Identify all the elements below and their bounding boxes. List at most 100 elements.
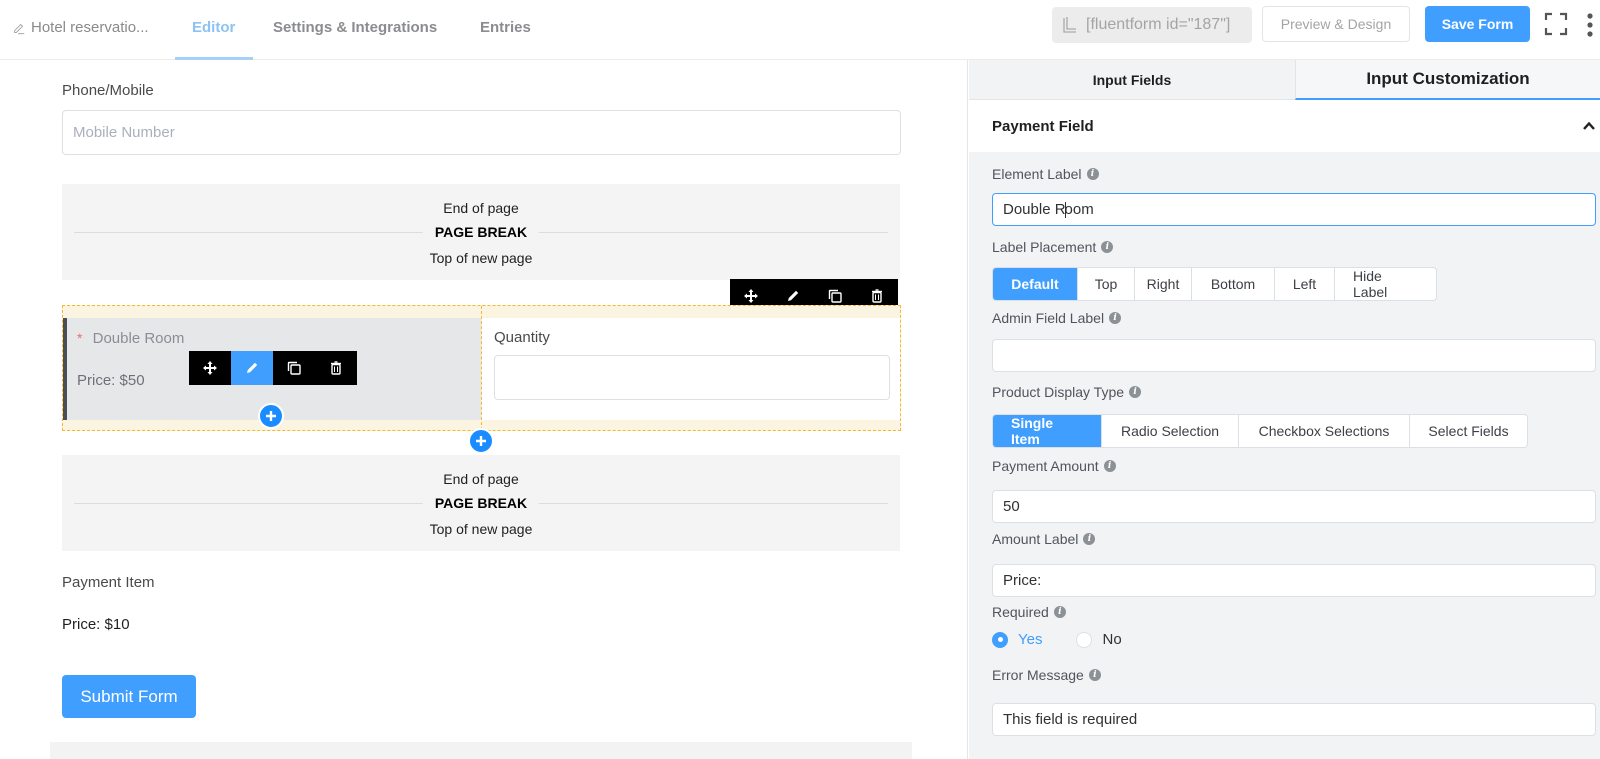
required-text: Required — [992, 604, 1049, 620]
payment-amount-input[interactable]: 50 — [992, 490, 1596, 523]
shortcode-copy[interactable]: [fluentform id="187"] — [1052, 7, 1252, 43]
page-break-title: PAGE BREAK — [422, 495, 540, 511]
tab-input-customization[interactable]: Input Customization — [1295, 60, 1600, 100]
required-no-label[interactable]: No — [1102, 631, 1121, 648]
product-display-type-text: Product Display Type — [992, 384, 1125, 400]
info-icon[interactable]: i — [1083, 533, 1096, 545]
placement-left[interactable]: Left — [1274, 268, 1334, 300]
field-delete-button[interactable] — [315, 351, 357, 385]
page-break-end-text: End of page — [443, 200, 519, 216]
pencil-icon — [247, 362, 258, 373]
page-break-1[interactable]: End of page PAGE BREAK Top of new page — [62, 184, 900, 280]
payment-field-section-header[interactable]: Payment Field — [969, 100, 1600, 152]
tab-input-fields[interactable]: Input Fields — [969, 60, 1295, 100]
copy-icon — [1063, 17, 1076, 33]
error-message-input[interactable]: This field is required — [992, 703, 1596, 736]
field-duplicate-button[interactable] — [273, 351, 315, 385]
element-label-text: Element Label — [992, 166, 1082, 182]
fullscreen-icon[interactable] — [1544, 12, 1568, 36]
settings-panel: Input Fields Input Customization Payment… — [969, 60, 1600, 759]
duplicate-icon — [287, 361, 301, 375]
form-title[interactable]: Hotel reservatio... — [12, 19, 149, 36]
page-break-2[interactable]: End of page PAGE BREAK Top of new page — [62, 455, 900, 551]
field-toolbar — [189, 351, 357, 385]
info-icon[interactable]: i — [1053, 606, 1066, 618]
field-edit-button[interactable] — [231, 351, 273, 385]
admin-field-label-text: Admin Field Label — [992, 310, 1105, 326]
amount-label-input[interactable]: Price: — [992, 564, 1596, 597]
product-display-type-group: Single Item Radio Selection Checkbox Sel… — [992, 414, 1528, 448]
phone-input[interactable]: Mobile Number — [62, 110, 901, 155]
info-icon[interactable]: i — [1101, 241, 1114, 253]
chevron-up-icon[interactable] — [1582, 119, 1596, 133]
canvas-footer — [50, 742, 912, 759]
move-icon — [203, 361, 217, 375]
tab-settings-integrations[interactable]: Settings & Integrations — [273, 19, 437, 36]
payment-field-label: * Double Room — [77, 330, 184, 347]
tab-editor[interactable]: Editor — [192, 19, 235, 36]
label-placement-group: Default Top Right Bottom Left Hide Label — [992, 267, 1437, 301]
quantity-column[interactable]: Quantity — [482, 318, 900, 420]
error-message-text: Error Message — [992, 667, 1084, 683]
amount-label-label: Amount Label i — [992, 531, 1096, 547]
preview-design-button[interactable]: Preview & Design — [1262, 6, 1410, 42]
element-label-label: Element Label i — [992, 166, 1099, 182]
plus-icon — [266, 411, 276, 421]
page-break-top-text: Top of new page — [429, 521, 533, 537]
plus-icon — [476, 436, 486, 446]
trash-icon — [872, 289, 882, 303]
placement-hide-label[interactable]: Hide Label — [1334, 268, 1436, 300]
field-move-button[interactable] — [189, 351, 231, 385]
submit-form-button[interactable]: Submit Form — [62, 675, 196, 718]
element-label-value-start: Double R — [1003, 201, 1066, 218]
element-label-input[interactable]: Double Room — [992, 193, 1596, 226]
payment-amount-label: Payment Amount i — [992, 458, 1116, 474]
payment-field-price: Price: $50 — [77, 372, 145, 389]
display-checkbox-selections[interactable]: Checkbox Selections — [1238, 415, 1409, 447]
quantity-input[interactable] — [494, 355, 890, 400]
info-icon[interactable]: i — [1109, 312, 1122, 324]
shortcode-text: [fluentform id="187"] — [1086, 16, 1231, 33]
tab-entries[interactable]: Entries — [480, 19, 531, 36]
add-field-button[interactable] — [468, 428, 494, 454]
amount-label-value: Price: — [1003, 572, 1042, 589]
page-break-end-text: End of page — [443, 471, 519, 487]
info-icon[interactable]: i — [1088, 669, 1101, 681]
save-form-button[interactable]: Save Form — [1425, 6, 1530, 42]
info-icon[interactable]: i — [1129, 386, 1142, 398]
duplicate-icon — [828, 289, 842, 303]
element-label-value-end: oom — [1064, 201, 1094, 218]
error-message-value: This field is required — [1003, 711, 1138, 728]
admin-field-label-input[interactable] — [992, 339, 1596, 372]
amount-label-text: Amount Label — [992, 531, 1079, 547]
quantity-label: Quantity — [494, 329, 550, 346]
add-field-in-column-button[interactable] — [258, 403, 284, 429]
required-no-radio[interactable] — [1076, 631, 1093, 648]
placement-default[interactable]: Default — [993, 268, 1077, 300]
placement-right[interactable]: Right — [1134, 268, 1191, 300]
required-yes-radio[interactable] — [992, 631, 1008, 648]
trash-icon — [331, 361, 341, 375]
info-icon[interactable]: i — [1103, 460, 1116, 472]
required-label: Required i — [992, 604, 1066, 620]
placement-top[interactable]: Top — [1077, 268, 1134, 300]
phone-placeholder: Mobile Number — [73, 124, 175, 141]
two-column-container[interactable]: * Double Room Price: $50 Quantity — [62, 305, 901, 431]
display-select-fields[interactable]: Select Fields — [1409, 415, 1527, 447]
more-vertical-icon[interactable] — [1586, 12, 1594, 38]
info-icon[interactable]: i — [1086, 168, 1099, 180]
display-radio-selection[interactable]: Radio Selection — [1101, 415, 1238, 447]
placement-bottom[interactable]: Bottom — [1191, 268, 1274, 300]
top-bar: Hotel reservatio... Editor Settings & In… — [0, 0, 1600, 60]
phone-label: Phone/Mobile — [62, 82, 154, 99]
move-icon — [744, 289, 758, 303]
display-single-item[interactable]: Single Item — [993, 415, 1101, 447]
payment-amount-text: Payment Amount — [992, 458, 1099, 474]
payment-item-label: Payment Item — [62, 574, 155, 591]
required-yes-label[interactable]: Yes — [1018, 631, 1042, 648]
payment-amount-value: 50 — [1003, 498, 1020, 515]
page-break-title: PAGE BREAK — [422, 224, 540, 240]
section-title: Payment Field — [992, 117, 1094, 135]
required-asterisk: * — [77, 330, 83, 346]
label-placement-label: Label Placement i — [992, 239, 1114, 255]
